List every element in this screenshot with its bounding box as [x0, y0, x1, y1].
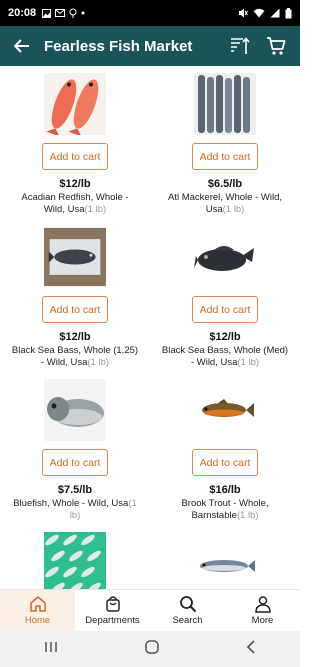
recent-apps-icon [44, 642, 57, 652]
home-icon [29, 596, 46, 612]
product-name: Bluefish, Whole - Wild, Usa(1 lb) [13, 498, 137, 521]
nav-label: Home [24, 615, 51, 626]
image-icon [42, 8, 52, 18]
location-icon [69, 8, 77, 18]
product-card: Add to cart $12/lb Acadian Redfish, Whol… [0, 66, 150, 219]
search-icon [179, 596, 196, 613]
product-unit: (1 lb) [87, 357, 110, 368]
product-image-brook-trout[interactable] [194, 379, 256, 441]
battery-icon [285, 7, 292, 18]
sort-button[interactable] [226, 32, 254, 60]
status-bar: 20:08 [0, 0, 300, 26]
product-name: Brook Trout - Whole, Barnstable(1 lb) [181, 498, 269, 521]
add-to-cart-button[interactable]: Add to cart [192, 296, 258, 323]
product-image-fish-rows[interactable] [44, 532, 106, 589]
home-circle-icon [145, 639, 159, 654]
product-image-sea-bass-tray[interactable] [44, 226, 106, 288]
product-price: $7.5/lb [57, 484, 93, 496]
product-image-mackerel[interactable] [194, 73, 256, 135]
sort-icon [231, 37, 250, 54]
cart-button[interactable] [262, 32, 290, 60]
product-image-sea-bass[interactable] [194, 226, 256, 288]
product-name: Atl Mackerel, Whole - Wild, Usa(1 lb) [167, 192, 283, 215]
cart-icon [267, 37, 286, 55]
product-price: $12/lb [59, 178, 91, 190]
product-card: Add to cart $12/lb Black Sea Bass, Whole… [0, 219, 150, 372]
add-to-cart-button[interactable]: Add to cart [42, 296, 108, 323]
system-nav-bar [0, 631, 300, 667]
product-price: $6.5/lb [207, 178, 243, 190]
wifi-icon [253, 8, 265, 18]
product-unit: (1 lb) [236, 510, 259, 521]
bottom-nav: Home Departments Search More [0, 589, 300, 631]
person-icon [254, 596, 271, 613]
arrow-left-icon [14, 39, 29, 53]
app-bar: Fearless Fish Market [0, 26, 300, 66]
add-to-cart-button[interactable]: Add to cart [192, 143, 258, 170]
back-button[interactable] [10, 34, 34, 58]
chevron-left-icon [247, 639, 255, 654]
product-price: $12/lb [59, 331, 91, 343]
add-to-cart-button[interactable]: Add to cart [42, 143, 108, 170]
signal-icon [270, 8, 280, 18]
product-image-mackerel-single[interactable] [194, 532, 256, 589]
product-unit: (1 lb) [84, 204, 107, 215]
product-card: Add to cart $6.5/lb Atl Mackerel, Whole … [150, 66, 300, 219]
home-system-button[interactable] [145, 639, 159, 659]
mute-icon [239, 8, 248, 18]
product-card [150, 525, 300, 589]
product-unit: (1 lb) [222, 204, 245, 215]
bag-icon [105, 596, 120, 612]
notification-icons [42, 8, 85, 18]
product-card [0, 525, 150, 589]
product-unit: (1 lb) [237, 357, 260, 368]
product-name: Black Sea Bass, Whole (1.25) - Wild, Usa… [11, 345, 139, 368]
nav-label: Search [172, 615, 203, 626]
mail-icon [55, 9, 66, 17]
dot-icon [81, 11, 85, 15]
product-list[interactable]: Add to cart $12/lb Acadian Redfish, Whol… [0, 66, 300, 589]
product-price: $16/lb [209, 484, 241, 496]
nav-label: Departments [85, 615, 140, 626]
nav-label: More [251, 615, 274, 626]
product-price: $12/lb [209, 331, 241, 343]
status-time: 20:08 [8, 7, 37, 19]
product-card: Add to cart $12/lb Black Sea Bass, Whole… [150, 219, 300, 372]
add-to-cart-button[interactable]: Add to cart [42, 449, 108, 476]
product-image-redfish[interactable] [44, 73, 106, 135]
page-title: Fearless Fish Market [44, 37, 193, 55]
product-card: Add to cart $16/lb Brook Trout - Whole, … [150, 372, 300, 525]
add-to-cart-button[interactable]: Add to cart [192, 449, 258, 476]
product-name: Acadian Redfish, Whole - Wild, Usa(1 lb) [21, 192, 129, 215]
product-image-bluefish[interactable] [44, 379, 106, 441]
nav-more[interactable]: More [225, 590, 300, 631]
product-name: Black Sea Bass, Whole (Med) - Wild, Usa(… [161, 345, 289, 368]
nav-search[interactable]: Search [150, 590, 225, 631]
nav-departments[interactable]: Departments [75, 590, 150, 631]
back-system-button[interactable] [246, 639, 256, 659]
nav-home[interactable]: Home [0, 590, 75, 631]
product-card: Add to cart $7.5/lb Bluefish, Whole - Wi… [0, 372, 150, 525]
recent-apps-button[interactable] [44, 640, 58, 658]
